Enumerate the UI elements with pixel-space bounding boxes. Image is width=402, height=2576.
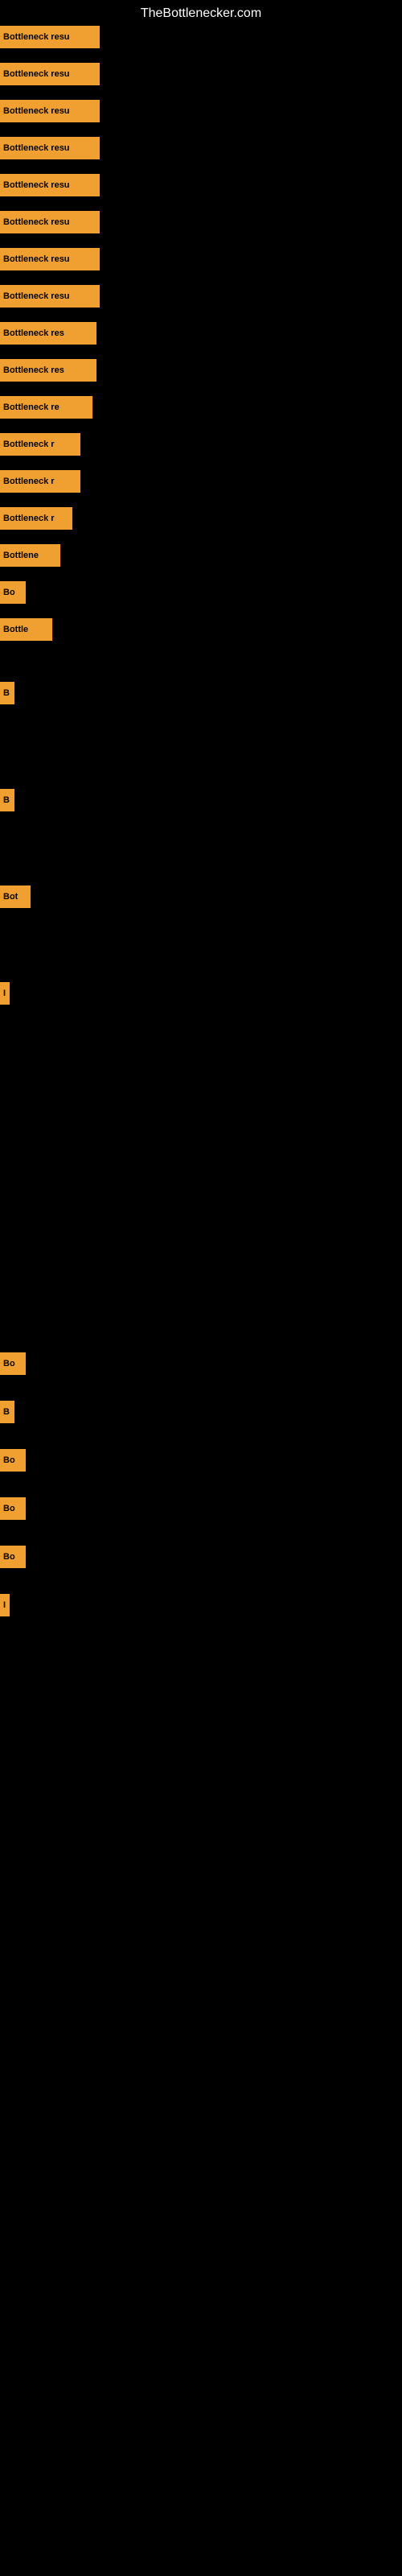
bar-item: B [0, 1401, 14, 1423]
bar-item: Bottleneck r [0, 433, 80, 456]
bar-item: Bottleneck res [0, 322, 96, 345]
bar-label: Bottleneck r [0, 507, 72, 530]
bar-label: B [0, 1401, 14, 1423]
bar-label: Bottleneck resu [0, 63, 100, 85]
bar-item: Bottleneck resu [0, 26, 100, 48]
bar-item: B [0, 789, 14, 811]
bar-label: B [0, 682, 14, 704]
bar-label: Bot [0, 886, 31, 908]
bar-label: Bo [0, 1546, 26, 1568]
bar-item: Bottleneck resu [0, 174, 100, 196]
bar-item: Bo [0, 1497, 26, 1520]
bar-label: Bottleneck resu [0, 26, 100, 48]
bar-item: Bottleneck resu [0, 100, 100, 122]
bar-label: Bottleneck resu [0, 100, 100, 122]
bar-label: Bo [0, 1449, 26, 1472]
bar-label: B [0, 789, 14, 811]
bar-item: I [0, 1594, 10, 1616]
bar-label: Bottleneck r [0, 433, 80, 456]
bar-item: Bottleneck res [0, 359, 96, 382]
bar-item: Bo [0, 1352, 26, 1375]
bar-label: Bottleneck resu [0, 285, 100, 308]
bar-item: B [0, 682, 14, 704]
bar-label: Bottleneck res [0, 359, 96, 382]
bar-item: Bot [0, 886, 31, 908]
bar-label: Bo [0, 1352, 26, 1375]
bar-label: Bottleneck resu [0, 174, 100, 196]
bar-item: Bottle [0, 618, 52, 641]
bar-label: Bottleneck r [0, 470, 80, 493]
bar-label: I [0, 982, 10, 1005]
bar-item: Bo [0, 1449, 26, 1472]
bar-item: Bo [0, 581, 26, 604]
bar-item: Bottleneck resu [0, 285, 100, 308]
bar-item: Bottleneck r [0, 507, 72, 530]
bar-label: Bottle [0, 618, 52, 641]
bar-item: Bottleneck resu [0, 137, 100, 159]
bar-item: I [0, 982, 10, 1005]
bar-label: Bottleneck res [0, 322, 96, 345]
bar-label: Bottleneck resu [0, 248, 100, 270]
bar-item: Bottleneck resu [0, 63, 100, 85]
bar-label: Bottlene [0, 544, 60, 567]
bar-item: Bo [0, 1546, 26, 1568]
bar-label: I [0, 1594, 10, 1616]
bar-item: Bottleneck resu [0, 248, 100, 270]
bar-item: Bottleneck re [0, 396, 92, 419]
bar-item: Bottleneck r [0, 470, 80, 493]
bar-label: Bo [0, 1497, 26, 1520]
bar-label: Bottleneck re [0, 396, 92, 419]
bar-item: Bottleneck resu [0, 211, 100, 233]
bar-label: Bottleneck resu [0, 137, 100, 159]
bar-label: Bottleneck resu [0, 211, 100, 233]
bar-item: Bottlene [0, 544, 60, 567]
site-title: TheBottlenecker.com [0, 0, 402, 27]
bar-label: Bo [0, 581, 26, 604]
